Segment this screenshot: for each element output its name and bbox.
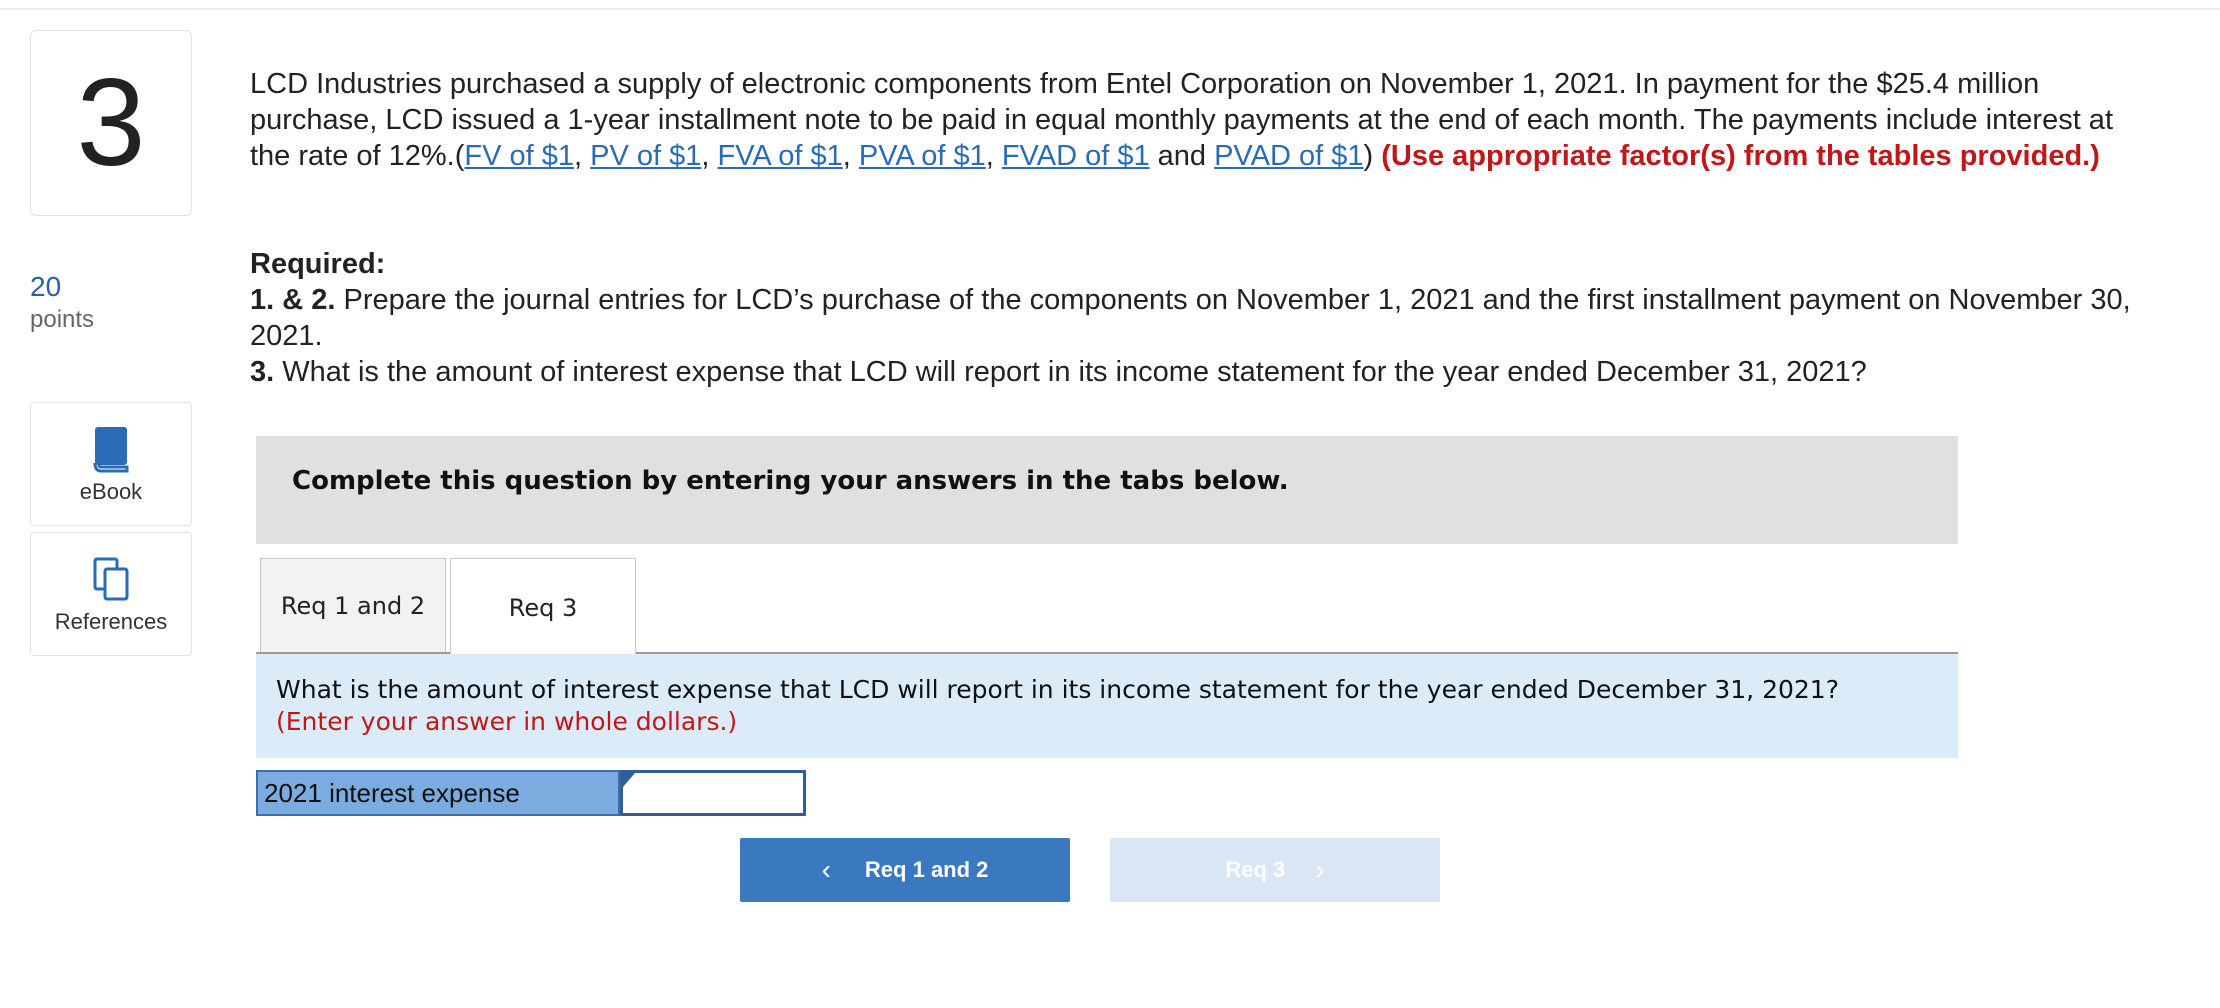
factor-instruction: (Use appropriate factor(s) from the tabl… — [1381, 140, 2100, 172]
question-panel: What is the amount of interest expense t… — [256, 654, 1958, 758]
answer-label: 2021 interest expense — [256, 770, 620, 816]
required-heading: Required: — [250, 248, 386, 280]
question-number: 3 — [30, 30, 192, 216]
copy-icon — [93, 557, 129, 601]
chevron-left-icon: ‹ — [821, 854, 831, 885]
interest-expense-input[interactable] — [623, 773, 803, 813]
instruction-banner: Complete this question by entering your … — [256, 436, 1958, 544]
question-text: LCD Industries purchased a supply of ele… — [250, 68, 2113, 172]
link-fv[interactable]: FV of $1 — [464, 140, 574, 172]
references-label: References — [54, 609, 168, 634]
required-section: Required: 1. & 2. Prepare the journal en… — [250, 246, 2150, 390]
page: 3 20 points eBook References LCD Industr… — [0, 0, 2220, 1008]
link-pv[interactable]: PV of $1 — [590, 140, 701, 172]
answer-input-wrapper — [620, 770, 806, 816]
tab-req-3[interactable]: Req 3 — [450, 558, 636, 656]
chevron-right-icon: › — [1315, 854, 1325, 885]
points-value: 20 — [30, 271, 62, 302]
points-block: 20 points — [30, 270, 94, 336]
points-label: points — [30, 306, 95, 333]
next-button-label: Req 3 — [1225, 857, 1286, 882]
link-fvad[interactable]: FVAD of $1 — [1002, 140, 1150, 172]
references-button[interactable]: References — [30, 532, 192, 656]
input-flag-icon — [623, 773, 635, 787]
book-icon — [93, 427, 129, 473]
panel-hint: (Enter your answer in whole dollars.) — [276, 707, 738, 736]
required-item-1: 1. & 2. Prepare the journal entries for … — [250, 284, 2131, 352]
answer-row: 2021 interest expense — [256, 770, 806, 816]
prev-button[interactable]: ‹ Req 1 and 2 — [740, 838, 1070, 902]
link-pva[interactable]: PVA of $1 — [859, 140, 986, 172]
ebook-button[interactable]: eBook — [30, 402, 192, 526]
prev-button-label: Req 1 and 2 — [864, 857, 989, 882]
link-fva[interactable]: FVA of $1 — [718, 140, 843, 172]
next-button[interactable]: Req 3 › — [1110, 838, 1440, 902]
ebook-label: eBook — [79, 479, 143, 504]
tab-req-1-and-2[interactable]: Req 1 and 2 — [260, 558, 446, 654]
required-item-2: 3. What is the amount of interest expens… — [250, 356, 1867, 388]
link-pvad[interactable]: PVAD of $1 — [1214, 140, 1363, 172]
top-divider — [0, 8, 2220, 10]
panel-question: What is the amount of interest expense t… — [276, 675, 1839, 704]
